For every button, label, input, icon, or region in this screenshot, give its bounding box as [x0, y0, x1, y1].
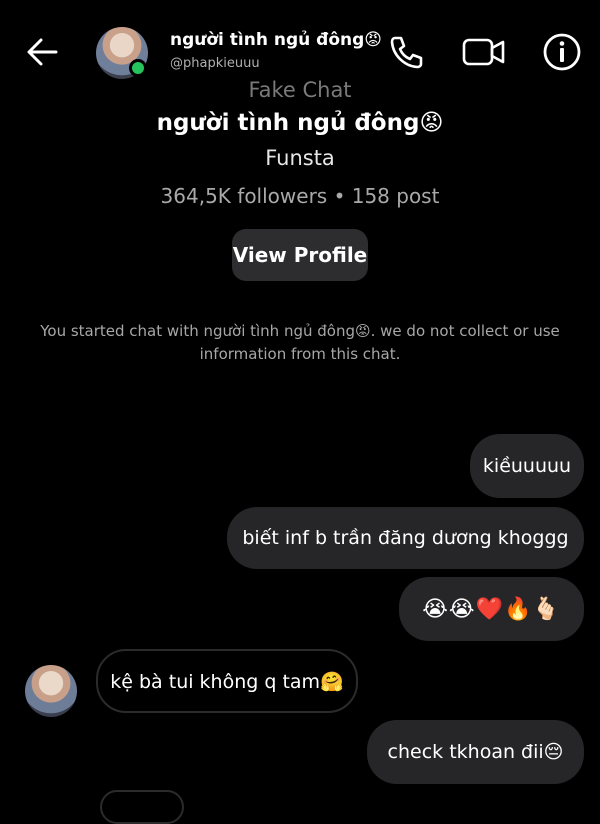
message-bubble-sent[interactable]: 😭😭❤️🔥🫰🏻: [399, 577, 584, 641]
chat-contact-username: @phapkieuuu: [170, 56, 260, 71]
view-profile-button[interactable]: View Profile: [232, 229, 368, 281]
video-call-icon[interactable]: [460, 30, 505, 74]
fake-chat-tag: Fake Chat: [248, 78, 352, 102]
message-bubble-partial: [100, 790, 184, 824]
sender-avatar[interactable]: [25, 665, 77, 717]
phone-icon[interactable]: [384, 30, 428, 74]
profile-stats: 364,5K followers • 158 post: [160, 184, 440, 208]
message-bubble-sent[interactable]: check tkhoan đii😔: [367, 720, 584, 784]
chat-start-notice: You started chat with người tình ngủ đôn…: [40, 322, 560, 363]
profile-category: Funsta: [265, 146, 335, 170]
message-bubble-sent[interactable]: kiềuuuuu: [470, 434, 584, 498]
message-bubble-received[interactable]: kệ bà tui không q tam🤗: [96, 649, 358, 713]
info-icon[interactable]: [540, 30, 584, 74]
message-bubble-sent[interactable]: biết inf b trần đăng dương khoggg: [227, 507, 584, 569]
back-arrow-icon[interactable]: [22, 32, 62, 72]
chat-contact-name[interactable]: người tình ngủ đông😡: [170, 30, 382, 50]
profile-name: người tình ngủ đông😡: [156, 110, 444, 136]
online-status-dot: [129, 59, 147, 77]
